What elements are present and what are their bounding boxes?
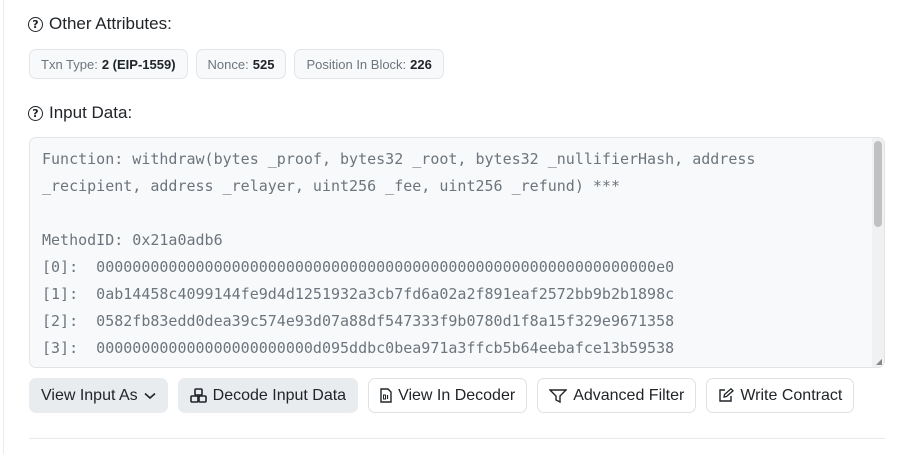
decode-input-data-label: Decode Input Data xyxy=(212,386,347,404)
badge-value: 525 xyxy=(252,56,275,72)
code-line: Function: withdraw(bytes _proof, bytes32… xyxy=(42,150,756,168)
code-line: [2]: 0582fb83edd0dea39c574e93d07a88df547… xyxy=(42,312,675,330)
cubes-icon xyxy=(189,388,207,403)
chevron-down-icon xyxy=(144,392,156,399)
help-icon[interactable]: ? xyxy=(28,16,43,32)
filter-icon xyxy=(549,388,568,403)
help-icon[interactable]: ? xyxy=(28,105,43,121)
advanced-filter-label: Advanced Filter xyxy=(573,386,685,404)
resize-handle-icon[interactable]: ◢ xyxy=(876,357,882,366)
view-in-decoder-button[interactable]: View In Decoder xyxy=(368,378,528,413)
write-contract-button[interactable]: Write Contract xyxy=(706,378,855,413)
view-input-as-label: View Input As xyxy=(41,386,138,404)
pen-to-square-icon xyxy=(719,388,735,402)
decode-input-data-button[interactable]: Decode Input Data xyxy=(177,378,359,413)
view-input-as-button[interactable]: View Input As xyxy=(29,378,168,413)
code-line: [1]: 0ab14458c4099144fe9d4d1251932a3cb7f… xyxy=(42,285,675,303)
badge-label: Txn Type: xyxy=(41,56,98,72)
view-in-decoder-label: View In Decoder xyxy=(398,386,516,404)
nonce-badge: Nonce: 525 xyxy=(195,49,287,79)
left-divider xyxy=(3,0,4,454)
input-data-heading: ? Input Data: xyxy=(28,103,132,123)
scrollbar-thumb[interactable] xyxy=(874,141,882,227)
position-in-block-badge: Position In Block: 226 xyxy=(294,49,444,79)
code-line: [0]: 00000000000000000000000000000000000… xyxy=(42,258,675,276)
other-attributes-title: Other Attributes: xyxy=(49,14,172,33)
input-data-textarea[interactable]: Function: withdraw(bytes _proof, bytes32… xyxy=(29,137,885,368)
badge-value: 2 (EIP-1559) xyxy=(101,56,176,72)
attribute-badges: Txn Type: 2 (EIP-1559) Nonce: 525 Positi… xyxy=(29,49,444,79)
txn-type-badge: Txn Type: 2 (EIP-1559) xyxy=(29,49,188,79)
badge-label: Position In Block: xyxy=(306,56,407,72)
badge-label: Nonce: xyxy=(207,56,249,72)
input-data-content: Function: withdraw(bytes _proof, bytes32… xyxy=(42,146,862,362)
write-contract-label: Write Contract xyxy=(740,386,843,404)
file-binary-icon xyxy=(380,388,392,403)
section-divider xyxy=(29,438,885,439)
other-attributes-heading: ? Other Attributes: xyxy=(28,14,172,34)
input-data-title: Input Data: xyxy=(49,103,133,122)
code-line: [3]: 000000000000000000000000d095ddbc0be… xyxy=(42,339,675,357)
input-toolbar: View Input As Decode Input Data View In … xyxy=(29,378,855,413)
scrollbar[interactable] xyxy=(872,138,884,367)
badge-value: 226 xyxy=(410,56,432,72)
advanced-filter-button[interactable]: Advanced Filter xyxy=(537,378,697,413)
code-line: _recipient, address _relayer, uint256 _f… xyxy=(42,177,620,195)
code-line: MethodID: 0x21a0adb6 xyxy=(42,231,223,249)
